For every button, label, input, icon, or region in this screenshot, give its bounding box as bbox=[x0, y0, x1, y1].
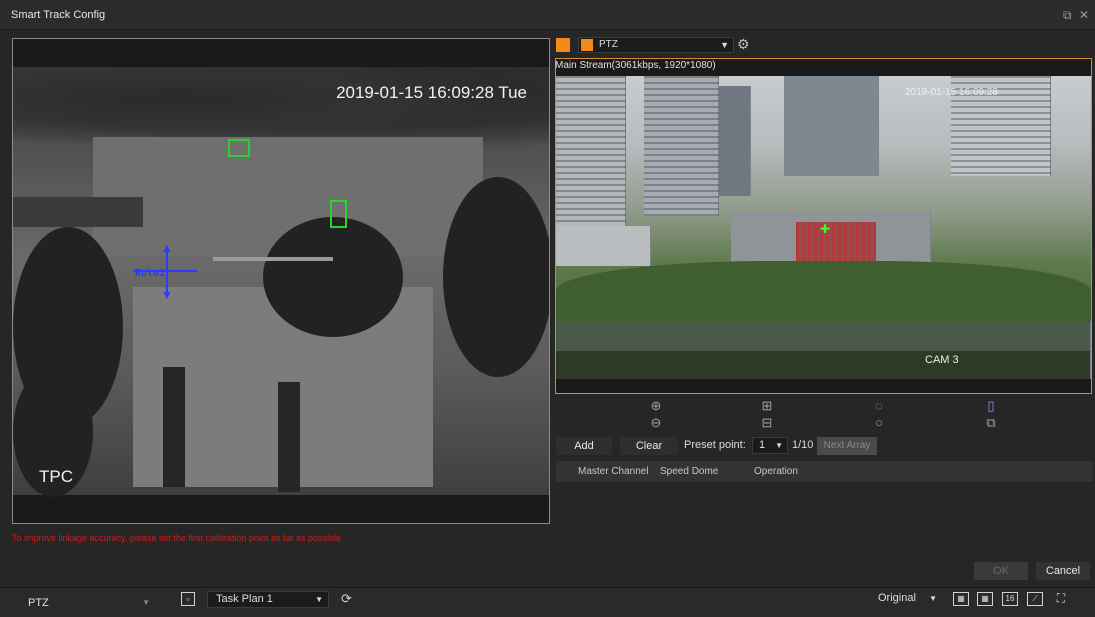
camera-osd-label: CAM 3 bbox=[925, 354, 959, 366]
scene-pillar bbox=[278, 382, 300, 492]
fullscreen-icon[interactable]: ⛶ bbox=[1053, 592, 1069, 606]
stream-info-label: Main Stream(3061kbps, 1920*1080) bbox=[555, 60, 716, 71]
mouse-icon[interactable]: ▯ bbox=[983, 398, 999, 414]
scene-building bbox=[556, 226, 651, 266]
zoom-out-icon[interactable]: ⊖ bbox=[648, 415, 664, 431]
refresh-icon[interactable]: ⟳ bbox=[341, 591, 352, 607]
ptz-select-value: PTZ bbox=[599, 39, 618, 50]
scene-building bbox=[719, 86, 751, 196]
chevron-down-icon: ▼ bbox=[929, 594, 937, 603]
chevron-down-icon: ▼ bbox=[775, 441, 783, 450]
preset-point-select[interactable]: 1 ▼ bbox=[752, 437, 788, 454]
channel-osd-label: TPC bbox=[39, 467, 73, 486]
channel-color-swatch bbox=[556, 38, 570, 52]
scene-barrier bbox=[213, 257, 333, 261]
calibration-table-body bbox=[556, 483, 1093, 563]
scale-select[interactable]: Original ▼ bbox=[870, 591, 942, 608]
scene-tree bbox=[443, 177, 549, 377]
scene-tree bbox=[263, 217, 403, 337]
close-icon[interactable]: ✕ bbox=[1079, 8, 1089, 22]
preset-point-value: 1 bbox=[759, 439, 766, 451]
ok-button[interactable]: OK bbox=[974, 562, 1028, 580]
gear-icon[interactable]: ⚙ bbox=[737, 36, 750, 53]
scene-parking-lot bbox=[556, 321, 1091, 351]
camera-timestamp: 2019-01-15 16:09:28 bbox=[905, 87, 998, 98]
scene-highlighted-facade bbox=[796, 222, 876, 264]
chevron-down-icon: ▼ bbox=[315, 595, 323, 604]
scale-value: Original bbox=[878, 592, 916, 604]
rule-label: Rule1 bbox=[135, 268, 166, 279]
chevron-down-icon: ▼ bbox=[720, 40, 729, 50]
custom-layout-icon[interactable]: ⟋ bbox=[1027, 592, 1043, 606]
preset-count: 1/10 bbox=[792, 439, 814, 451]
calibration-table-header: Master Channel Speed Dome Operation bbox=[556, 461, 1093, 483]
scene-building bbox=[13, 197, 143, 227]
scene-trees bbox=[13, 67, 549, 147]
channel-color-swatch bbox=[581, 39, 593, 51]
bottom-ptz-value: PTZ bbox=[28, 597, 49, 609]
focus-far-icon[interactable]: ⊟ bbox=[759, 415, 775, 431]
zoom-in-icon[interactable]: ⊕ bbox=[648, 398, 664, 414]
thermal-scene bbox=[13, 67, 549, 497]
scene-building-windows bbox=[644, 76, 719, 216]
smart-track-config-window: Smart Track Config ⧉ ✕ 2019-01-15 16:09:… bbox=[0, 0, 1095, 617]
preset-point-label: Preset point: bbox=[684, 439, 746, 451]
window-title: Smart Track Config bbox=[11, 9, 106, 21]
bottom-ptz-select[interactable]: PTZ ▼ bbox=[16, 594, 156, 612]
save-icon[interactable]: ▫ bbox=[181, 592, 195, 606]
task-plan-select[interactable]: Task Plan 1 ▼ bbox=[207, 591, 329, 608]
master-video-view[interactable]: 2019-01-15 16:09:28 Tue TPC ▲ ▼ Rule1 bbox=[12, 38, 550, 524]
layout-16-icon[interactable]: 16 bbox=[1002, 592, 1018, 606]
title-bar: Smart Track Config ⧉ ✕ bbox=[0, 0, 1095, 30]
column-header: Master Channel bbox=[578, 466, 649, 477]
scene-foreground bbox=[556, 351, 1091, 379]
video-timestamp: 2019-01-15 16:09:28 Tue bbox=[336, 83, 527, 102]
iris-open-icon[interactable]: ◌ bbox=[871, 398, 887, 414]
column-header: Speed Dome bbox=[660, 466, 719, 477]
restore-icon[interactable]: ⧉ bbox=[1063, 8, 1072, 23]
scene-building-windows bbox=[556, 76, 626, 226]
add-button[interactable]: Add bbox=[556, 437, 612, 455]
target-box bbox=[228, 139, 250, 157]
chevron-down-icon: ▼ bbox=[142, 598, 150, 607]
layout-9-icon[interactable]: ▦ bbox=[977, 592, 993, 606]
task-plan-value: Task Plan 1 bbox=[216, 593, 273, 605]
arrow-up-icon: ▲ bbox=[161, 241, 173, 255]
ptz-channel-select[interactable]: PTZ ▼ bbox=[578, 37, 734, 53]
next-array-button[interactable]: Next Array bbox=[817, 437, 877, 455]
focus-near-icon[interactable]: ⊞ bbox=[759, 398, 775, 414]
zoom-region-icon[interactable]: ⧉ bbox=[983, 415, 999, 431]
target-box bbox=[330, 200, 347, 228]
iris-close-icon[interactable]: ○ bbox=[871, 415, 887, 431]
calibration-hint: To improve linkage accuracy, please set … bbox=[12, 533, 341, 543]
cancel-button[interactable]: Cancel bbox=[1036, 562, 1090, 580]
scene-pillar bbox=[163, 367, 185, 487]
clear-button[interactable]: Clear bbox=[620, 437, 678, 455]
layout-4-icon[interactable]: ▦ bbox=[953, 592, 969, 606]
arrow-down-icon: ▼ bbox=[161, 288, 173, 302]
scene-building bbox=[784, 76, 879, 176]
column-header: Operation bbox=[754, 466, 798, 477]
crosshair-icon: ✚ bbox=[820, 222, 831, 236]
